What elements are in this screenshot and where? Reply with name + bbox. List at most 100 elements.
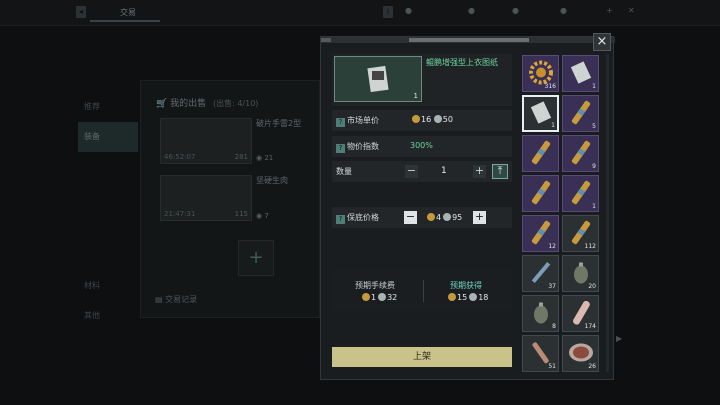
slot-count: 1 bbox=[592, 83, 596, 90]
back-icon[interactable]: ◂ bbox=[76, 6, 86, 18]
cartridge-icon bbox=[566, 137, 596, 170]
inventory-scrollbar[interactable] bbox=[606, 54, 609, 372]
inventory-slot[interactable]: 174 bbox=[562, 295, 599, 332]
inventory-slot[interactable]: 316 bbox=[522, 55, 559, 92]
my-sales-title: 🛒 我的出售 (出售: 4/10) bbox=[156, 96, 258, 109]
trade-record-label: 交易记录 bbox=[165, 295, 198, 304]
inventory-slot[interactable]: 112 bbox=[562, 215, 599, 252]
next-arrow-icon[interactable]: ▶ bbox=[616, 334, 622, 343]
currency-1: ● bbox=[405, 6, 412, 15]
close-button[interactable]: × bbox=[593, 33, 611, 51]
sale-name: 破片手雷2型 bbox=[256, 119, 302, 128]
nav-item-recommend[interactable]: 推荐 bbox=[78, 92, 138, 122]
currency-4: ● bbox=[560, 6, 567, 15]
record-icon: ▤ bbox=[155, 295, 163, 304]
slot-count: 1 bbox=[592, 203, 596, 210]
nav-subitem[interactable] bbox=[78, 203, 138, 220]
inventory-slot[interactable]: 9 bbox=[562, 135, 599, 172]
price-index-row: ? 物价指数 300% bbox=[332, 136, 512, 157]
slot-count: 37 bbox=[548, 283, 556, 290]
inventory-slot[interactable] bbox=[522, 135, 559, 172]
inventory-slot[interactable]: 1 bbox=[562, 175, 599, 212]
tab-3[interactable] bbox=[260, 4, 300, 22]
slot-count: 112 bbox=[584, 243, 596, 250]
slot-count: 26 bbox=[588, 363, 596, 370]
quantity-plus-button[interactable]: + bbox=[473, 165, 486, 178]
cartridge-icon bbox=[566, 177, 596, 210]
top-bar: ◂ 交易 i ● ● ● ● + ✕ bbox=[0, 0, 720, 26]
exit-icon[interactable]: ✕ bbox=[628, 6, 635, 15]
sale-price: ◉ 7 bbox=[256, 212, 269, 220]
nav-item-other[interactable]: 其他 bbox=[78, 301, 138, 331]
inventory-slot[interactable]: 51 bbox=[522, 335, 559, 372]
inventory-slot[interactable]: 37 bbox=[522, 255, 559, 292]
sale-name: 坚硬生肉 bbox=[256, 176, 288, 185]
slot-count: 12 bbox=[548, 243, 556, 250]
help-icon[interactable]: ? bbox=[336, 215, 345, 224]
quantity-minus-button[interactable]: − bbox=[405, 165, 418, 178]
market-price-row: ? 市场单价 16 50 bbox=[332, 110, 512, 131]
gold-coin-icon bbox=[427, 213, 435, 221]
min-price-minus-button[interactable]: − bbox=[404, 211, 417, 224]
slot-count: 5 bbox=[592, 123, 596, 130]
nav-subitem[interactable] bbox=[78, 169, 138, 186]
silver-coin-icon bbox=[433, 115, 442, 123]
slot-count: 1 bbox=[551, 122, 555, 129]
sales-title-text: 我的出售 bbox=[170, 99, 207, 109]
sale-time: 21:47:31 bbox=[164, 210, 196, 218]
currency-3: ● bbox=[512, 6, 519, 15]
nav-item-equipment[interactable]: 装备 bbox=[78, 122, 138, 152]
nav-item-material[interactable]: 材料 bbox=[78, 271, 138, 301]
fee-value: 1 32 bbox=[362, 293, 397, 302]
cartridge-icon bbox=[526, 137, 556, 170]
tab-2[interactable] bbox=[180, 4, 220, 22]
inventory-slot[interactable]: 5 bbox=[562, 95, 599, 132]
tab-trade[interactable]: 交易 bbox=[90, 4, 160, 22]
gold-coin-icon bbox=[412, 115, 420, 123]
slot-count: 20 bbox=[588, 283, 596, 290]
min-price-plus-button[interactable]: + bbox=[473, 211, 486, 224]
grenade-icon bbox=[528, 299, 554, 328]
trade-record-button[interactable]: ▤ 交易记录 bbox=[155, 294, 245, 312]
blueprint-icon bbox=[528, 99, 554, 128]
help-icon[interactable]: ? bbox=[336, 118, 345, 127]
item-thumbnail: 1 bbox=[334, 56, 422, 102]
tab-4[interactable] bbox=[320, 4, 360, 22]
cartridge-icon bbox=[526, 177, 556, 210]
inventory-slot[interactable]: 12 bbox=[522, 215, 559, 252]
min-price-value[interactable]: 4 95 bbox=[427, 213, 462, 222]
inventory-slot[interactable]: 20 bbox=[562, 255, 599, 292]
panel-top-strip bbox=[321, 37, 615, 43]
add-sale-button[interactable]: + bbox=[238, 240, 274, 276]
inventory-slot[interactable]: 26 bbox=[562, 335, 599, 372]
blueprint-icon bbox=[568, 59, 594, 88]
nav-subitem[interactable] bbox=[78, 254, 138, 271]
silver-coin-icon bbox=[443, 213, 452, 221]
price-index-label: 物价指数 bbox=[347, 142, 379, 151]
sale-card-meat[interactable]: 21:47:31 115 bbox=[160, 175, 252, 221]
inventory-slot[interactable]: 8 bbox=[522, 295, 559, 332]
market-price-value: 16 50 bbox=[412, 115, 453, 124]
min-price-label: 保底价格 bbox=[347, 213, 379, 222]
list-item-button[interactable]: 上架 bbox=[332, 347, 512, 367]
add-icon[interactable]: + bbox=[606, 6, 613, 15]
left-nav: 推荐 装备 材料 其他 bbox=[78, 92, 138, 331]
inventory-slot[interactable] bbox=[522, 175, 559, 212]
slot-count: 9 bbox=[592, 163, 596, 170]
sales-count: (出售: 4/10) bbox=[212, 99, 259, 108]
nav-subitem[interactable] bbox=[78, 186, 138, 203]
income-value: 15 18 bbox=[448, 293, 488, 302]
info-icon[interactable]: i bbox=[383, 6, 393, 18]
help-icon[interactable]: ? bbox=[336, 144, 345, 153]
quantity-max-button[interactable]: ⤒ bbox=[492, 164, 508, 179]
nav-subitem[interactable] bbox=[78, 237, 138, 254]
inventory-slot[interactable]: 1 bbox=[562, 55, 599, 92]
quantity-value[interactable]: 1 bbox=[441, 166, 447, 176]
inventory-slot[interactable]: 1 bbox=[522, 95, 559, 132]
nav-subitem[interactable] bbox=[78, 152, 138, 169]
fee-label: 预期手续费 bbox=[355, 281, 395, 290]
sale-card-grenade[interactable]: 46:52:07 281 bbox=[160, 118, 252, 164]
slot-count: 8 bbox=[552, 323, 556, 330]
nav-subitem[interactable] bbox=[78, 220, 138, 237]
slot-count: 174 bbox=[584, 323, 596, 330]
